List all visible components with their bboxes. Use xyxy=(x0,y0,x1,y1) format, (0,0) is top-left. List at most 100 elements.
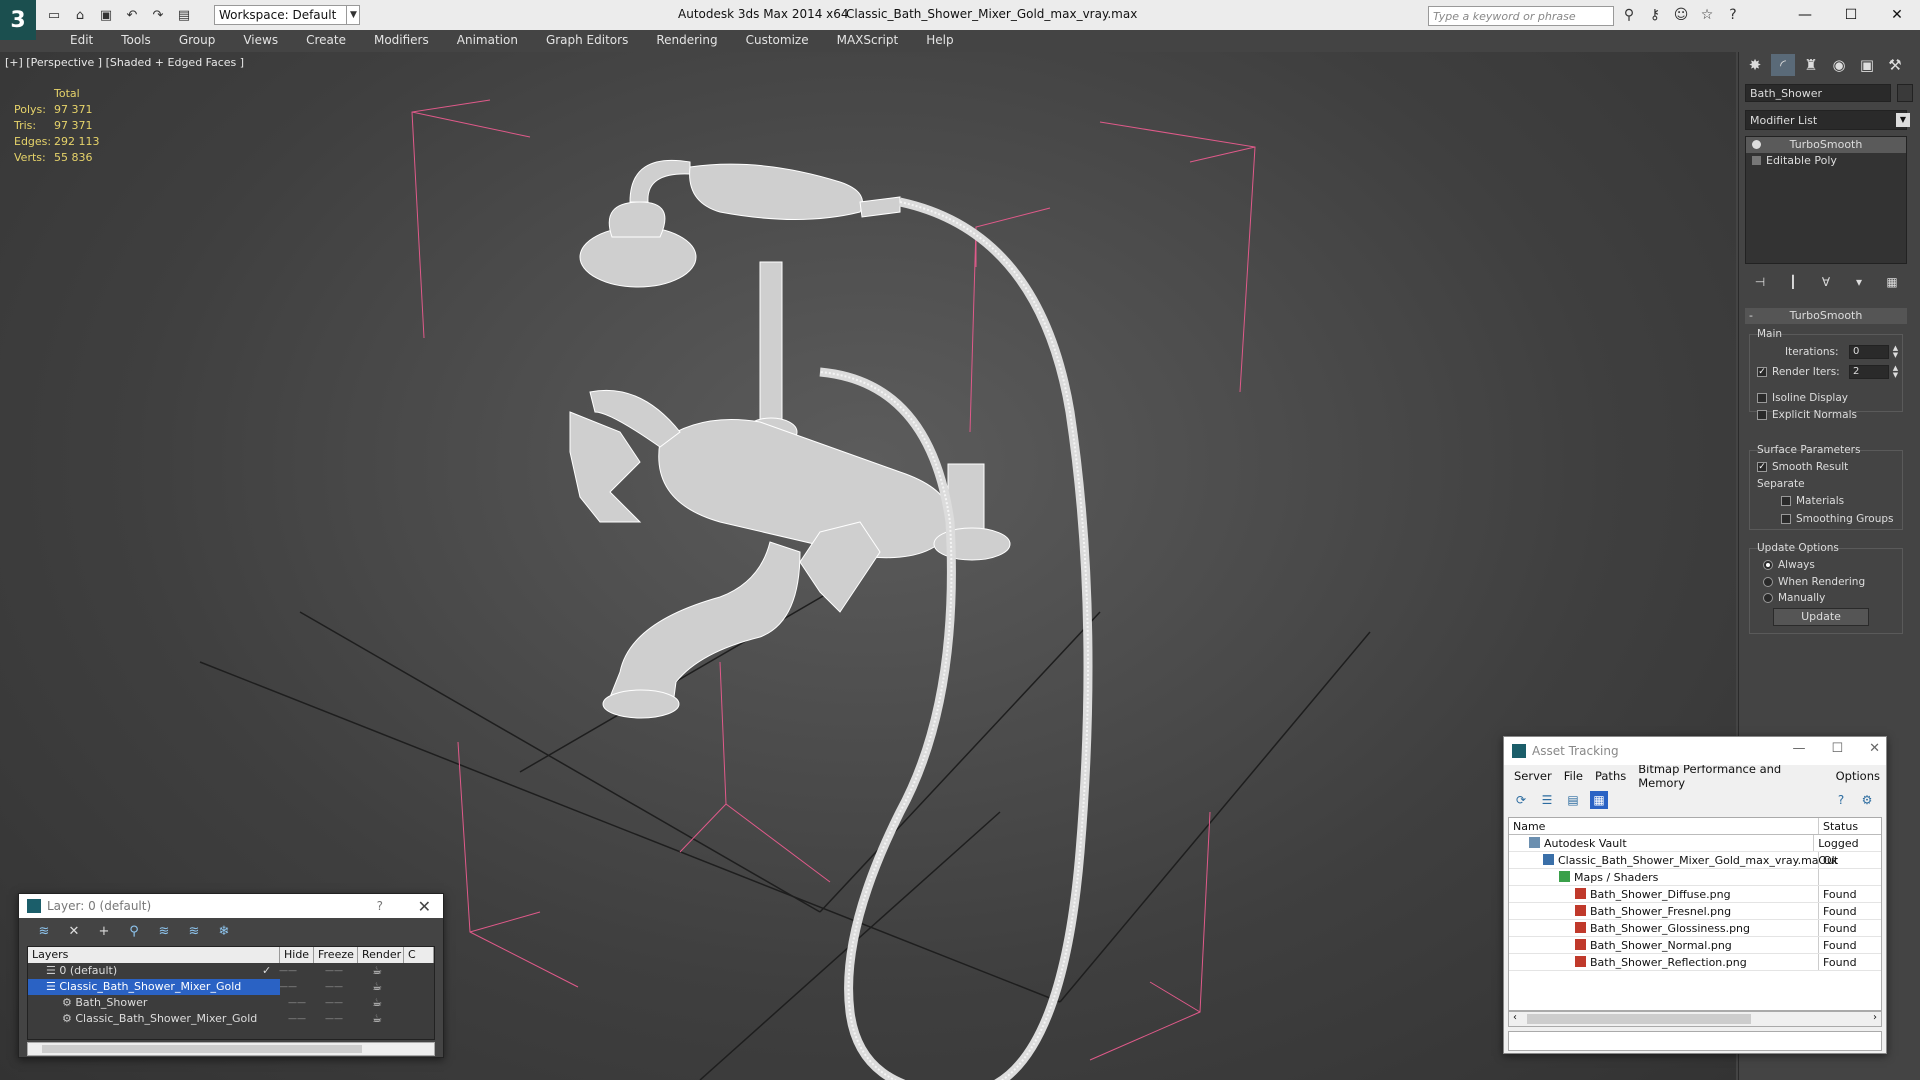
isoline-display-row[interactable]: Isoline Display xyxy=(1757,392,1848,404)
menu-file[interactable]: File xyxy=(1558,769,1589,783)
menu-maxscript[interactable]: MAXScript xyxy=(823,33,913,47)
remove-modifier-icon[interactable]: ▾ xyxy=(1850,273,1868,291)
freeze-toggle[interactable]: —— xyxy=(314,1011,354,1027)
asset-row[interactable]: Bath_Shower_Diffuse.png Found xyxy=(1509,886,1881,903)
pin-stack-icon[interactable]: ⊣ xyxy=(1751,273,1769,291)
thumbnail-view-icon[interactable]: ▤ xyxy=(1564,791,1582,809)
always-radio[interactable] xyxy=(1763,560,1773,570)
display-tab-icon[interactable]: ▣ xyxy=(1855,54,1879,76)
spinner-arrows-icon[interactable]: ▲ ▼ xyxy=(1891,365,1900,379)
menu-paths[interactable]: Paths xyxy=(1589,769,1632,783)
render-teapot-icon[interactable]: ☕ xyxy=(354,979,400,995)
column-render[interactable]: Render xyxy=(358,947,404,963)
explicit-normals-checkbox[interactable] xyxy=(1757,410,1767,420)
scroll-left-icon[interactable]: ‹ xyxy=(1513,1012,1517,1023)
materials-row[interactable]: Materials xyxy=(1781,495,1844,507)
freeze-toggle[interactable]: —— xyxy=(314,979,354,995)
save-icon[interactable]: ▣ xyxy=(96,5,116,25)
render-iters-checkbox[interactable]: ✓ xyxy=(1757,367,1767,377)
show-end-result-icon[interactable]: ┃ xyxy=(1784,273,1802,291)
close-icon[interactable]: ✕ xyxy=(1874,0,1920,30)
help-icon[interactable]: ? xyxy=(1724,6,1742,24)
highlight-layer-icon[interactable]: ≋ xyxy=(155,923,173,941)
layer-row[interactable]: ⚙ Bath_Shower —— —— ☕ xyxy=(28,995,434,1011)
column-status[interactable]: Status xyxy=(1819,818,1881,834)
column-c[interactable]: C xyxy=(404,947,434,963)
layer-row[interactable]: ⚙ Classic_Bath_Shower_Mixer_Gold —— —— ☕ xyxy=(28,1011,434,1027)
workspace-dropdown[interactable]: Workspace: Default xyxy=(214,5,360,25)
menu-create[interactable]: Create xyxy=(292,33,360,47)
minimize-icon[interactable]: — xyxy=(1782,0,1828,30)
layer-row[interactable]: ☰ Classic_Bath_Shower_Mixer_Gold ▣ —— ——… xyxy=(28,979,434,995)
app-logo-icon[interactable]: 3 xyxy=(0,0,36,40)
open-file-icon[interactable]: ⌂ xyxy=(70,5,90,25)
scrollbar-thumb[interactable] xyxy=(42,1045,362,1053)
stack-item-turbosmooth[interactable]: TurboSmooth xyxy=(1746,137,1906,153)
explicit-normals-row[interactable]: Explicit Normals xyxy=(1757,409,1857,421)
star-icon[interactable]: ☆ xyxy=(1698,6,1716,24)
undo-icon[interactable]: ↶ xyxy=(122,5,142,25)
menu-customize[interactable]: Customize xyxy=(732,33,823,47)
menu-group[interactable]: Group xyxy=(165,33,230,47)
search-input[interactable]: Type a keyword or phrase xyxy=(1428,6,1614,26)
manually-radio[interactable] xyxy=(1763,593,1773,603)
manually-row[interactable]: Manually xyxy=(1763,592,1825,604)
menu-rendering[interactable]: Rendering xyxy=(642,33,731,47)
menu-bitmap-performance[interactable]: Bitmap Performance and Memory xyxy=(1632,762,1829,790)
menu-modifiers[interactable]: Modifiers xyxy=(360,33,443,47)
when-rendering-radio[interactable] xyxy=(1763,577,1773,587)
layer-window-titlebar[interactable]: Layer: 0 (default) ? ✕ xyxy=(19,894,443,918)
asset-tracking-titlebar[interactable]: Asset Tracking — ☐ ✕ xyxy=(1504,737,1886,765)
settings-help-icon[interactable]: ⚙ xyxy=(1858,791,1876,809)
asset-row[interactable]: Bath_Shower_Reflection.png Found xyxy=(1509,954,1881,971)
create-tab-icon[interactable]: ✸ xyxy=(1743,54,1767,76)
help-icon[interactable]: ? xyxy=(1832,791,1850,809)
materials-checkbox[interactable] xyxy=(1781,496,1791,506)
project-folder-icon[interactable]: ▤ xyxy=(174,5,194,25)
asset-row[interactable]: Bath_Shower_Normal.png Found xyxy=(1509,937,1881,954)
close-icon[interactable]: ✕ xyxy=(418,897,431,916)
asset-row[interactable]: Bath_Shower_Fresnel.png Found xyxy=(1509,903,1881,920)
always-row[interactable]: Always xyxy=(1763,559,1815,571)
select-objects-icon[interactable]: ⚲ xyxy=(125,923,143,941)
render-iters-row[interactable]: ✓ Render Iters: xyxy=(1757,366,1840,378)
viewport-label[interactable]: [+] [Perspective ] [Shaded + Edged Faces… xyxy=(5,56,244,69)
horizontal-scrollbar[interactable]: ‹ › xyxy=(1508,1011,1882,1027)
smooth-result-checkbox[interactable]: ✓ xyxy=(1757,462,1767,472)
asset-row[interactable]: Maps / Shaders xyxy=(1509,869,1881,886)
maximize-icon[interactable]: ☐ xyxy=(1828,0,1874,30)
column-layers[interactable]: Layers xyxy=(28,947,280,963)
object-color-swatch[interactable] xyxy=(1897,84,1913,102)
modify-tab-icon[interactable]: ◜ xyxy=(1771,54,1795,76)
delete-layer-icon[interactable]: ✕ xyxy=(65,923,83,941)
menu-server[interactable]: Server xyxy=(1508,769,1558,783)
menu-options[interactable]: Options xyxy=(1830,769,1886,783)
smooth-result-row[interactable]: ✓ Smooth Result xyxy=(1757,461,1848,473)
scrollbar-thumb[interactable] xyxy=(1527,1014,1751,1024)
menu-edit[interactable]: Edit xyxy=(56,33,107,47)
utilities-tab-icon[interactable]: ⚒ xyxy=(1883,54,1907,76)
motion-tab-icon[interactable]: ◉ xyxy=(1827,54,1851,76)
asset-row[interactable]: Bath_Shower_Glossiness.png Found xyxy=(1509,920,1881,937)
menu-graph-editors[interactable]: Graph Editors xyxy=(532,33,642,47)
menu-tools[interactable]: Tools xyxy=(107,33,165,47)
scroll-right-icon[interactable]: › xyxy=(1873,1012,1877,1023)
configure-modifier-sets-icon[interactable]: ▦ xyxy=(1883,273,1901,291)
new-layer-icon[interactable]: ≋ xyxy=(35,923,53,941)
close-icon[interactable]: ✕ xyxy=(1869,741,1880,756)
iterations-spinner[interactable]: 0 xyxy=(1849,345,1889,359)
smoothing-groups-row[interactable]: Smoothing Groups xyxy=(1781,513,1894,525)
when-rendering-row[interactable]: When Rendering xyxy=(1763,576,1865,588)
update-button[interactable]: Update xyxy=(1773,608,1869,626)
menu-help[interactable]: Help xyxy=(912,33,967,47)
render-teapot-icon[interactable]: ☕ xyxy=(354,995,400,1011)
key-icon[interactable]: ⚷ xyxy=(1646,6,1664,24)
maximize-icon[interactable]: ☐ xyxy=(1831,741,1843,756)
menu-views[interactable]: Views xyxy=(229,33,292,47)
table-view-icon[interactable]: ▦ xyxy=(1590,791,1608,809)
refresh-icon[interactable]: ⟳ xyxy=(1512,791,1530,809)
horizontal-scrollbar[interactable] xyxy=(27,1042,435,1056)
chevron-down-icon[interactable]: ▼ xyxy=(346,5,360,25)
render-teapot-icon[interactable]: ☕ xyxy=(354,963,400,979)
asset-row[interactable]: Classic_Bath_Shower_Mixer_Gold_max_vray.… xyxy=(1509,852,1881,869)
